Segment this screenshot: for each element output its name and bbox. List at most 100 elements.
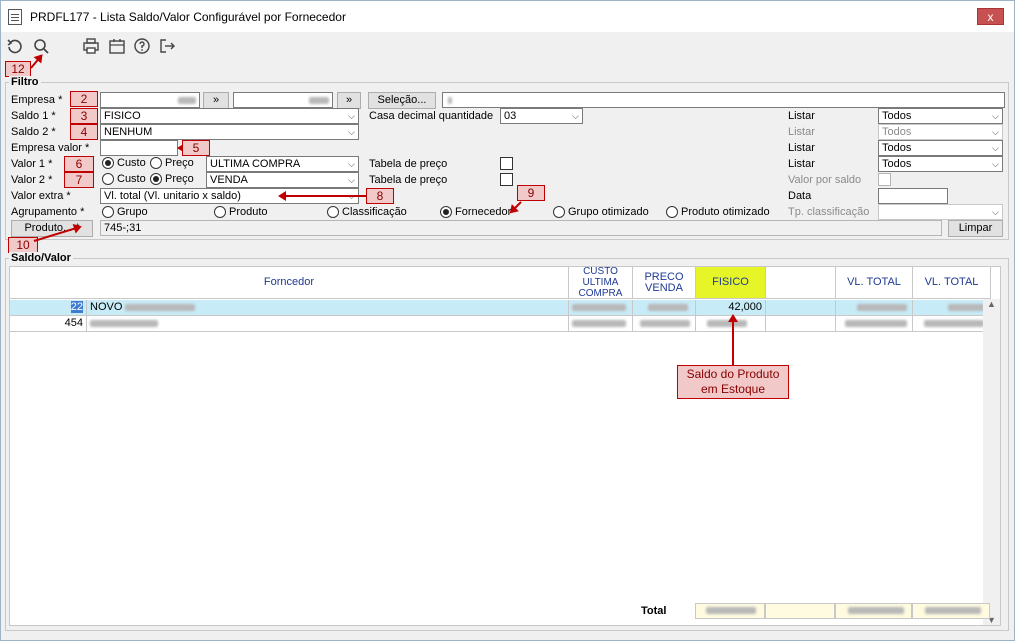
- valor2-custo-radio[interactable]: Custo: [102, 173, 146, 185]
- valor1-preco-label: Preço: [165, 157, 194, 169]
- print-icon[interactable]: [82, 37, 100, 55]
- table-row-1-name[interactable]: NOVO: [87, 300, 569, 316]
- selecao-input[interactable]: [442, 92, 1005, 108]
- tabela-preco1-checkbox[interactable]: [500, 157, 513, 170]
- table-row-1-vl1[interactable]: [836, 300, 913, 316]
- saldo1-select[interactable]: FISICO ⌵: [100, 108, 359, 124]
- table-row-1-code[interactable]: 22: [10, 300, 87, 316]
- empresa-name-input[interactable]: [233, 92, 333, 108]
- annotation-arrow-callout: [732, 316, 734, 366]
- table-row-2-vl2[interactable]: [913, 316, 991, 332]
- produto-input[interactable]: 745-;31: [100, 220, 942, 236]
- table-row-2-custo[interactable]: [569, 316, 633, 332]
- listar1-label: Listar: [788, 110, 815, 122]
- table-row-2-preco[interactable]: [633, 316, 696, 332]
- col-header-blank[interactable]: [766, 267, 836, 299]
- chevron-down-icon: ⌵: [992, 207, 999, 217]
- main-window: PRDFL177 - Lista Saldo/Valor Configuráve…: [0, 0, 1015, 641]
- grid-scrollbar[interactable]: ▲ ▼: [983, 299, 1000, 625]
- saldo-legend: Saldo/Valor: [9, 252, 73, 264]
- listar2-value: Todos: [882, 126, 912, 138]
- agrup-produto-otimizado-label: Produto otimizado: [681, 206, 770, 218]
- empresa-label: Empresa *: [11, 94, 63, 106]
- valor-por-saldo-label: Valor por saldo: [788, 174, 862, 186]
- col-header-vl-total-2[interactable]: VL. TOTAL: [913, 267, 991, 299]
- annotation-badge-12: 12: [5, 61, 31, 77]
- saldo1-value: FISICO: [104, 110, 141, 122]
- table-row-1-blank[interactable]: [766, 300, 836, 316]
- chevron-down-icon: ⌵: [348, 175, 355, 185]
- valor1-custo-radio[interactable]: Custo: [102, 157, 146, 169]
- agrup-grupo-otimizado-radio[interactable]: Grupo otimizado: [553, 206, 649, 218]
- empresa-valor-input[interactable]: [100, 140, 178, 156]
- valor-por-saldo-checkbox[interactable]: [878, 173, 891, 186]
- valor1-preco-radio[interactable]: Preço: [150, 157, 194, 169]
- listar3-select[interactable]: Todos ⌵: [878, 140, 1003, 156]
- total-fisico: [695, 603, 765, 619]
- annotation-arrow-5: [179, 147, 181, 149]
- close-button[interactable]: x: [977, 8, 1004, 25]
- agrup-produto-radio[interactable]: Produto: [214, 206, 268, 218]
- listar1-value: Todos: [882, 110, 912, 122]
- table-row-1-preco[interactable]: [633, 300, 696, 316]
- col-header-custo[interactable]: CUSTO ULTIMA COMPRA: [569, 266, 633, 299]
- agrup-grupo-radio[interactable]: Grupo: [102, 206, 148, 218]
- tabela-preco2-checkbox[interactable]: [500, 173, 513, 186]
- listar1-select[interactable]: Todos ⌵: [878, 108, 1003, 124]
- col-header-preco[interactable]: PRECO VENDA: [633, 267, 696, 299]
- calendar-icon[interactable]: [108, 37, 126, 55]
- table-row-2-code[interactable]: 454: [10, 316, 87, 332]
- exit-icon[interactable]: [158, 37, 176, 55]
- agrup-classificacao-radio[interactable]: Classificação: [327, 206, 407, 218]
- data-input[interactable]: [878, 188, 948, 204]
- total-vl2: [912, 603, 990, 619]
- tp-classificacao-select[interactable]: ⌵: [878, 204, 1003, 220]
- listar4-select[interactable]: Todos ⌵: [878, 156, 1003, 172]
- selecao-button[interactable]: Seleção...: [368, 92, 436, 109]
- saldo-grid: Forncedor CUSTO ULTIMA COMPRA PRECO VEND…: [9, 266, 1001, 626]
- valor-extra-value: Vl. total (Vl. unitario x saldo): [104, 190, 241, 202]
- saldo2-select[interactable]: NENHUM ⌵: [100, 124, 359, 140]
- window-title: PRDFL177 - Lista Saldo/Valor Configuráve…: [30, 9, 346, 24]
- table-row-2-vl1[interactable]: [836, 316, 913, 332]
- empresa-lookup-button[interactable]: »: [203, 92, 229, 109]
- tp-classificacao-label: Tp. classificação: [788, 206, 870, 218]
- table-row-1-vl2[interactable]: [913, 300, 991, 316]
- empresa-valor-label: Empresa valor *: [11, 142, 90, 154]
- undo-icon[interactable]: [6, 37, 24, 55]
- valor1-select[interactable]: ULTIMA COMPRA ⌵: [206, 156, 359, 172]
- total-blank: [765, 603, 835, 619]
- limpar-button[interactable]: Limpar: [948, 220, 1003, 237]
- valor2-value: VENDA: [210, 174, 248, 186]
- annotation-badge-3: 3: [70, 108, 98, 124]
- empresa-lookup-button-2[interactable]: »: [337, 92, 361, 109]
- annotation-badge-2: 2: [70, 91, 98, 107]
- table-row-1-custo[interactable]: [569, 300, 633, 316]
- annotation-badge-9: 9: [517, 185, 545, 201]
- table-row-2-name[interactable]: [87, 316, 569, 332]
- casa-decimal-label: Casa decimal quantidade: [369, 110, 494, 122]
- listar2-select[interactable]: Todos ⌵: [878, 124, 1003, 140]
- scroll-up-icon[interactable]: ▲: [987, 299, 996, 309]
- agrup-fornecedor-radio[interactable]: Fornecedor: [440, 206, 511, 218]
- total-vl1: [835, 603, 912, 619]
- tabela-preco2-label: Tabela de preço: [369, 174, 448, 186]
- title-bar: PRDFL177 - Lista Saldo/Valor Configuráve…: [1, 1, 1014, 32]
- annotation-badge-4: 4: [70, 124, 98, 140]
- col-header-fisico[interactable]: FISICO: [696, 267, 766, 299]
- empresa-input[interactable]: [100, 92, 200, 108]
- valor2-preco-radio[interactable]: Preço: [150, 173, 194, 185]
- col-header-vl-total-1[interactable]: VL. TOTAL: [836, 267, 913, 299]
- data-label: Data: [788, 190, 812, 202]
- listar3-label: Listar: [788, 142, 815, 154]
- agrup-produto-otimizado-radio[interactable]: Produto otimizado: [666, 206, 770, 218]
- help-icon[interactable]: [133, 37, 151, 55]
- chevron-down-icon: ⌵: [572, 111, 579, 121]
- annotation-badge-5: 5: [182, 140, 210, 156]
- col-header-fornecedor[interactable]: Forncedor: [10, 267, 569, 299]
- radio-dot: [102, 206, 114, 218]
- valor2-select[interactable]: VENDA ⌵: [206, 172, 359, 188]
- listar4-value: Todos: [882, 158, 912, 170]
- casa-decimal-select[interactable]: 03 ⌵: [500, 108, 583, 124]
- table-row-2-blank[interactable]: [766, 316, 836, 332]
